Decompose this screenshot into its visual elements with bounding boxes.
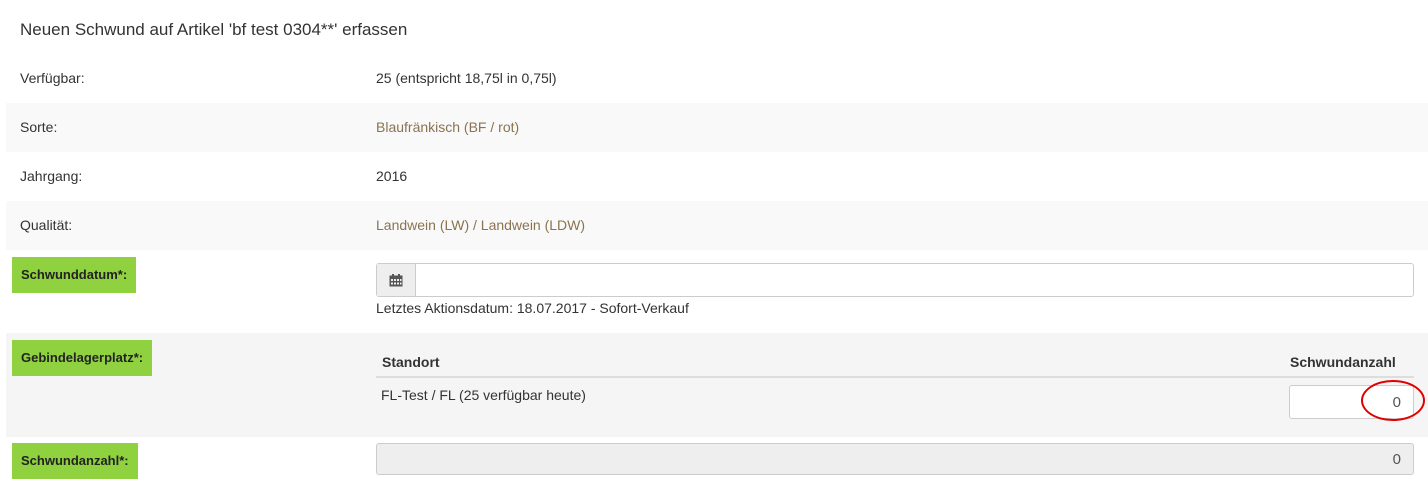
qualitaet-label: Qualität: (20, 217, 73, 233)
schwundanzahl-total-field (376, 443, 1414, 475)
row-sorte: Sorte: Blaufränkisch (BF / rot) (6, 103, 1428, 152)
row-schwunddatum: Schwunddatum*: Letztes Aktionsdatum: 18.… (6, 250, 1428, 333)
row-gebindelagerplatz: Gebindelagerplatz*: Standort Schwundanza… (6, 333, 1428, 437)
schwunddatum-input[interactable] (417, 264, 1413, 296)
schwunddatum-label: Schwunddatum*: (12, 257, 137, 293)
table-header-divider (376, 376, 1414, 378)
row-jahrgang: Jahrgang: 2016 (6, 152, 1428, 201)
calendar-icon[interactable] (377, 264, 416, 296)
schwundanzahl-row-input[interactable] (1289, 385, 1414, 419)
sorte-label: Sorte: (20, 119, 58, 135)
last-action-hint: Letztes Aktionsdatum: 18.07.2017 - Sofor… (376, 300, 689, 316)
page-title: Neuen Schwund auf Artikel 'bf test 0304*… (20, 20, 408, 39)
jahrgang-label: Jahrgang: (20, 168, 83, 184)
row-verfuegbar: Verfügbar: 25 (entspricht 18,75l in 0,75… (6, 54, 1428, 103)
verfuegbar-value: 25 (entspricht 18,75l in 0,75l) (376, 70, 557, 86)
gebindelagerplatz-label: Gebindelagerplatz*: (12, 340, 153, 376)
row-qualitaet: Qualität: Landwein (LW) / Landwein (LDW) (6, 201, 1428, 250)
jahrgang-value: 2016 (376, 168, 408, 184)
date-input-group (376, 263, 1414, 297)
row-schwundanzahl: Schwundanzahl*: (6, 437, 1428, 487)
table-row-standort: FL-Test / FL (25 verfügbar heute) (381, 387, 586, 403)
column-header-standort: Standort (382, 354, 440, 370)
verfuegbar-label: Verfügbar: (20, 70, 85, 86)
column-header-schwundanzahl: Schwundanzahl (1290, 354, 1396, 370)
qualitaet-link[interactable]: Landwein (LW) / Landwein (LDW) (376, 217, 585, 233)
schwundanzahl-label: Schwundanzahl*: (12, 443, 138, 479)
sorte-link[interactable]: Blaufränkisch (BF / rot) (376, 119, 519, 135)
